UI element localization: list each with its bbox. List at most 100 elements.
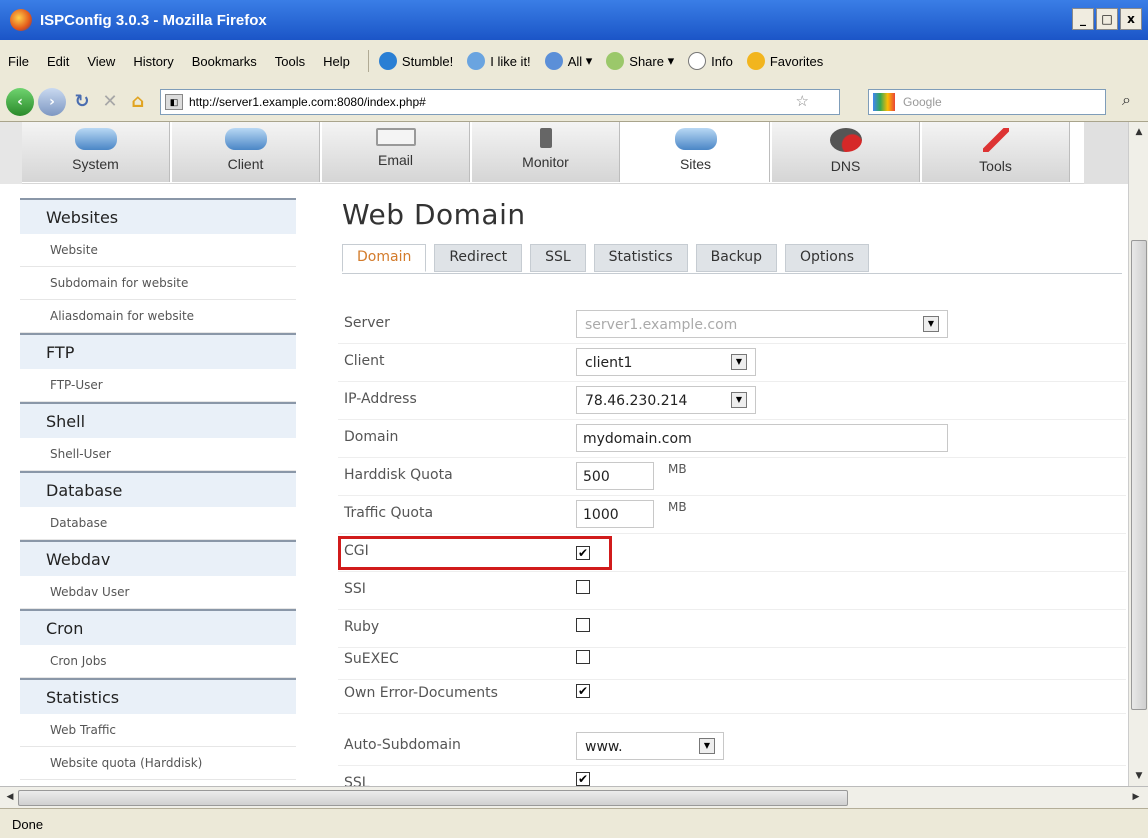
- module-system[interactable]: System: [22, 122, 170, 182]
- client-select[interactable]: client1 ▼: [576, 348, 756, 376]
- toolbar-separator: [367, 50, 369, 72]
- tools-icon: [982, 128, 1009, 152]
- ssl-checkbox[interactable]: ✔: [576, 772, 590, 786]
- menu-bookmarks[interactable]: Bookmarks: [192, 54, 257, 69]
- sidebar-item-cron-jobs[interactable]: Cron Jobs: [20, 645, 296, 678]
- module-dns[interactable]: DNS: [772, 122, 920, 182]
- tab-backup[interactable]: Backup: [695, 244, 777, 272]
- form-row-traffic-quota: Traffic Quota 1000 MB: [338, 496, 1126, 534]
- sidebar-section-shell: Shell: [20, 402, 296, 438]
- ruby-checkbox[interactable]: [576, 618, 590, 632]
- tab-redirect[interactable]: Redirect: [434, 244, 523, 272]
- stumble-button[interactable]: Stumble!: [378, 52, 453, 70]
- menu-file[interactable]: File: [8, 54, 29, 69]
- url-text: http://server1.example.com:8080/index.ph…: [189, 94, 426, 109]
- horizontal-scroll-thumb[interactable]: [18, 790, 848, 806]
- monitor-icon: [539, 128, 552, 148]
- page-title: Web Domain: [342, 198, 526, 231]
- ssl-label: SSL: [344, 775, 370, 786]
- favorites-button[interactable]: Favorites: [746, 52, 823, 70]
- suexec-label: SuEXEC: [344, 651, 399, 667]
- traffic-quota-unit: MB: [668, 500, 687, 514]
- ilikeit-button[interactable]: I like it!: [467, 52, 531, 70]
- close-button[interactable]: x: [1120, 8, 1142, 30]
- form-tabs: Domain Redirect SSL Statistics Backup Op…: [342, 244, 877, 274]
- info-icon: [688, 52, 707, 70]
- google-engine-icon[interactable]: [873, 92, 895, 111]
- bookmark-star-icon[interactable]: ☆: [796, 92, 809, 110]
- menu-tools[interactable]: Tools: [275, 54, 305, 69]
- ssi-label: SSI: [344, 581, 366, 597]
- stop-icon[interactable]: ✕: [98, 90, 122, 114]
- module-email[interactable]: Email: [322, 122, 470, 182]
- module-strip-edge: [0, 122, 22, 184]
- menu-edit[interactable]: Edit: [47, 54, 69, 69]
- forward-button[interactable]: ›: [38, 87, 66, 116]
- client-icon: [224, 128, 267, 150]
- form-row-ip: IP-Address 78.46.230.214 ▼: [338, 382, 1126, 420]
- share-button[interactable]: Share ▾: [606, 52, 674, 70]
- sidebar-item-shell-user[interactable]: Shell-User: [20, 438, 296, 471]
- ip-select[interactable]: 78.46.230.214 ▼: [576, 386, 756, 414]
- back-button[interactable]: ‹: [6, 87, 34, 116]
- sidebar-item-webdav-user[interactable]: Webdav User: [20, 576, 296, 609]
- module-client[interactable]: Client: [172, 122, 320, 182]
- sidebar-item-database[interactable]: Database: [20, 507, 296, 540]
- module-monitor[interactable]: Monitor: [472, 122, 620, 182]
- search-bar[interactable]: Google ⌕: [868, 88, 1131, 115]
- auto-subdomain-select[interactable]: www. ▼: [576, 732, 724, 760]
- tab-options[interactable]: Options: [784, 244, 870, 272]
- sidebar-item-subdomain[interactable]: Subdomain for website: [20, 267, 296, 300]
- ip-label: IP-Address: [344, 391, 417, 407]
- menu-bar: File Edit View History Bookmarks Tools H…: [0, 40, 1148, 82]
- ruby-label: Ruby: [344, 619, 380, 635]
- sidebar-section-ftp: FTP: [20, 333, 296, 369]
- suexec-checkbox[interactable]: [576, 650, 590, 664]
- horizontal-scrollbar[interactable]: ◀ ▶: [0, 786, 1148, 808]
- error-documents-checkbox[interactable]: ✔: [576, 684, 590, 698]
- traffic-quota-input[interactable]: 1000: [576, 500, 654, 528]
- form-row-harddisk-quota: Harddisk Quota 500 MB: [338, 458, 1126, 496]
- url-bar[interactable]: ◧ http://server1.example.com:8080/index.…: [160, 88, 840, 115]
- vertical-scrollbar[interactable]: ▲ ▼: [1128, 122, 1148, 786]
- client-label: Client: [344, 353, 385, 369]
- domain-input[interactable]: mydomain.com: [576, 424, 948, 452]
- tab-ssl[interactable]: SSL: [530, 244, 586, 272]
- star-icon: [746, 52, 765, 70]
- sidebar-item-website-quota[interactable]: Website quota (Harddisk): [20, 747, 296, 780]
- dropdown-arrow-icon: ▼: [731, 392, 747, 408]
- vertical-scroll-thumb[interactable]: [1131, 240, 1147, 710]
- tab-domain[interactable]: Domain: [342, 244, 427, 272]
- scroll-down-icon[interactable]: ▼: [1131, 768, 1147, 784]
- ssi-checkbox[interactable]: [576, 580, 590, 594]
- server-label: Server: [344, 315, 390, 331]
- menu-help[interactable]: Help: [323, 54, 350, 69]
- sidebar-section-database: Database: [20, 471, 296, 507]
- menu-history[interactable]: History: [133, 54, 173, 69]
- home-icon[interactable]: ⌂: [126, 90, 150, 114]
- thumbs-up-icon: [467, 52, 486, 70]
- harddisk-quota-input[interactable]: 500: [576, 462, 654, 490]
- menu-view[interactable]: View: [87, 54, 115, 69]
- sidebar-item-web-traffic[interactable]: Web Traffic: [20, 714, 296, 747]
- scroll-left-icon[interactable]: ◀: [2, 789, 18, 805]
- dropdown-arrow-icon: ▼: [699, 738, 715, 754]
- all-dropdown[interactable]: All ▾: [544, 52, 592, 70]
- form-row-client: Client client1 ▼: [338, 344, 1126, 382]
- module-tools[interactable]: Tools: [922, 122, 1070, 182]
- form-row-error-documents: Own Error-Documents ✔: [338, 676, 1126, 714]
- reload-icon[interactable]: ↻: [70, 90, 94, 114]
- maximize-button[interactable]: □: [1096, 8, 1118, 30]
- scroll-up-icon[interactable]: ▲: [1131, 124, 1147, 140]
- sidebar-section-webdav: Webdav: [20, 540, 296, 576]
- tab-statistics[interactable]: Statistics: [593, 244, 688, 272]
- status-bar: Done: [0, 808, 1148, 838]
- sidebar-item-ftp-user[interactable]: FTP-User: [20, 369, 296, 402]
- scroll-right-icon[interactable]: ▶: [1128, 789, 1144, 805]
- sidebar-item-website[interactable]: Website: [20, 234, 296, 267]
- module-sites[interactable]: Sites: [622, 122, 770, 182]
- sidebar-item-aliasdomain[interactable]: Aliasdomain for website: [20, 300, 296, 333]
- info-button[interactable]: Info: [688, 52, 733, 70]
- search-icon[interactable]: ⌕: [1122, 92, 1131, 110]
- minimize-button[interactable]: _: [1072, 8, 1094, 30]
